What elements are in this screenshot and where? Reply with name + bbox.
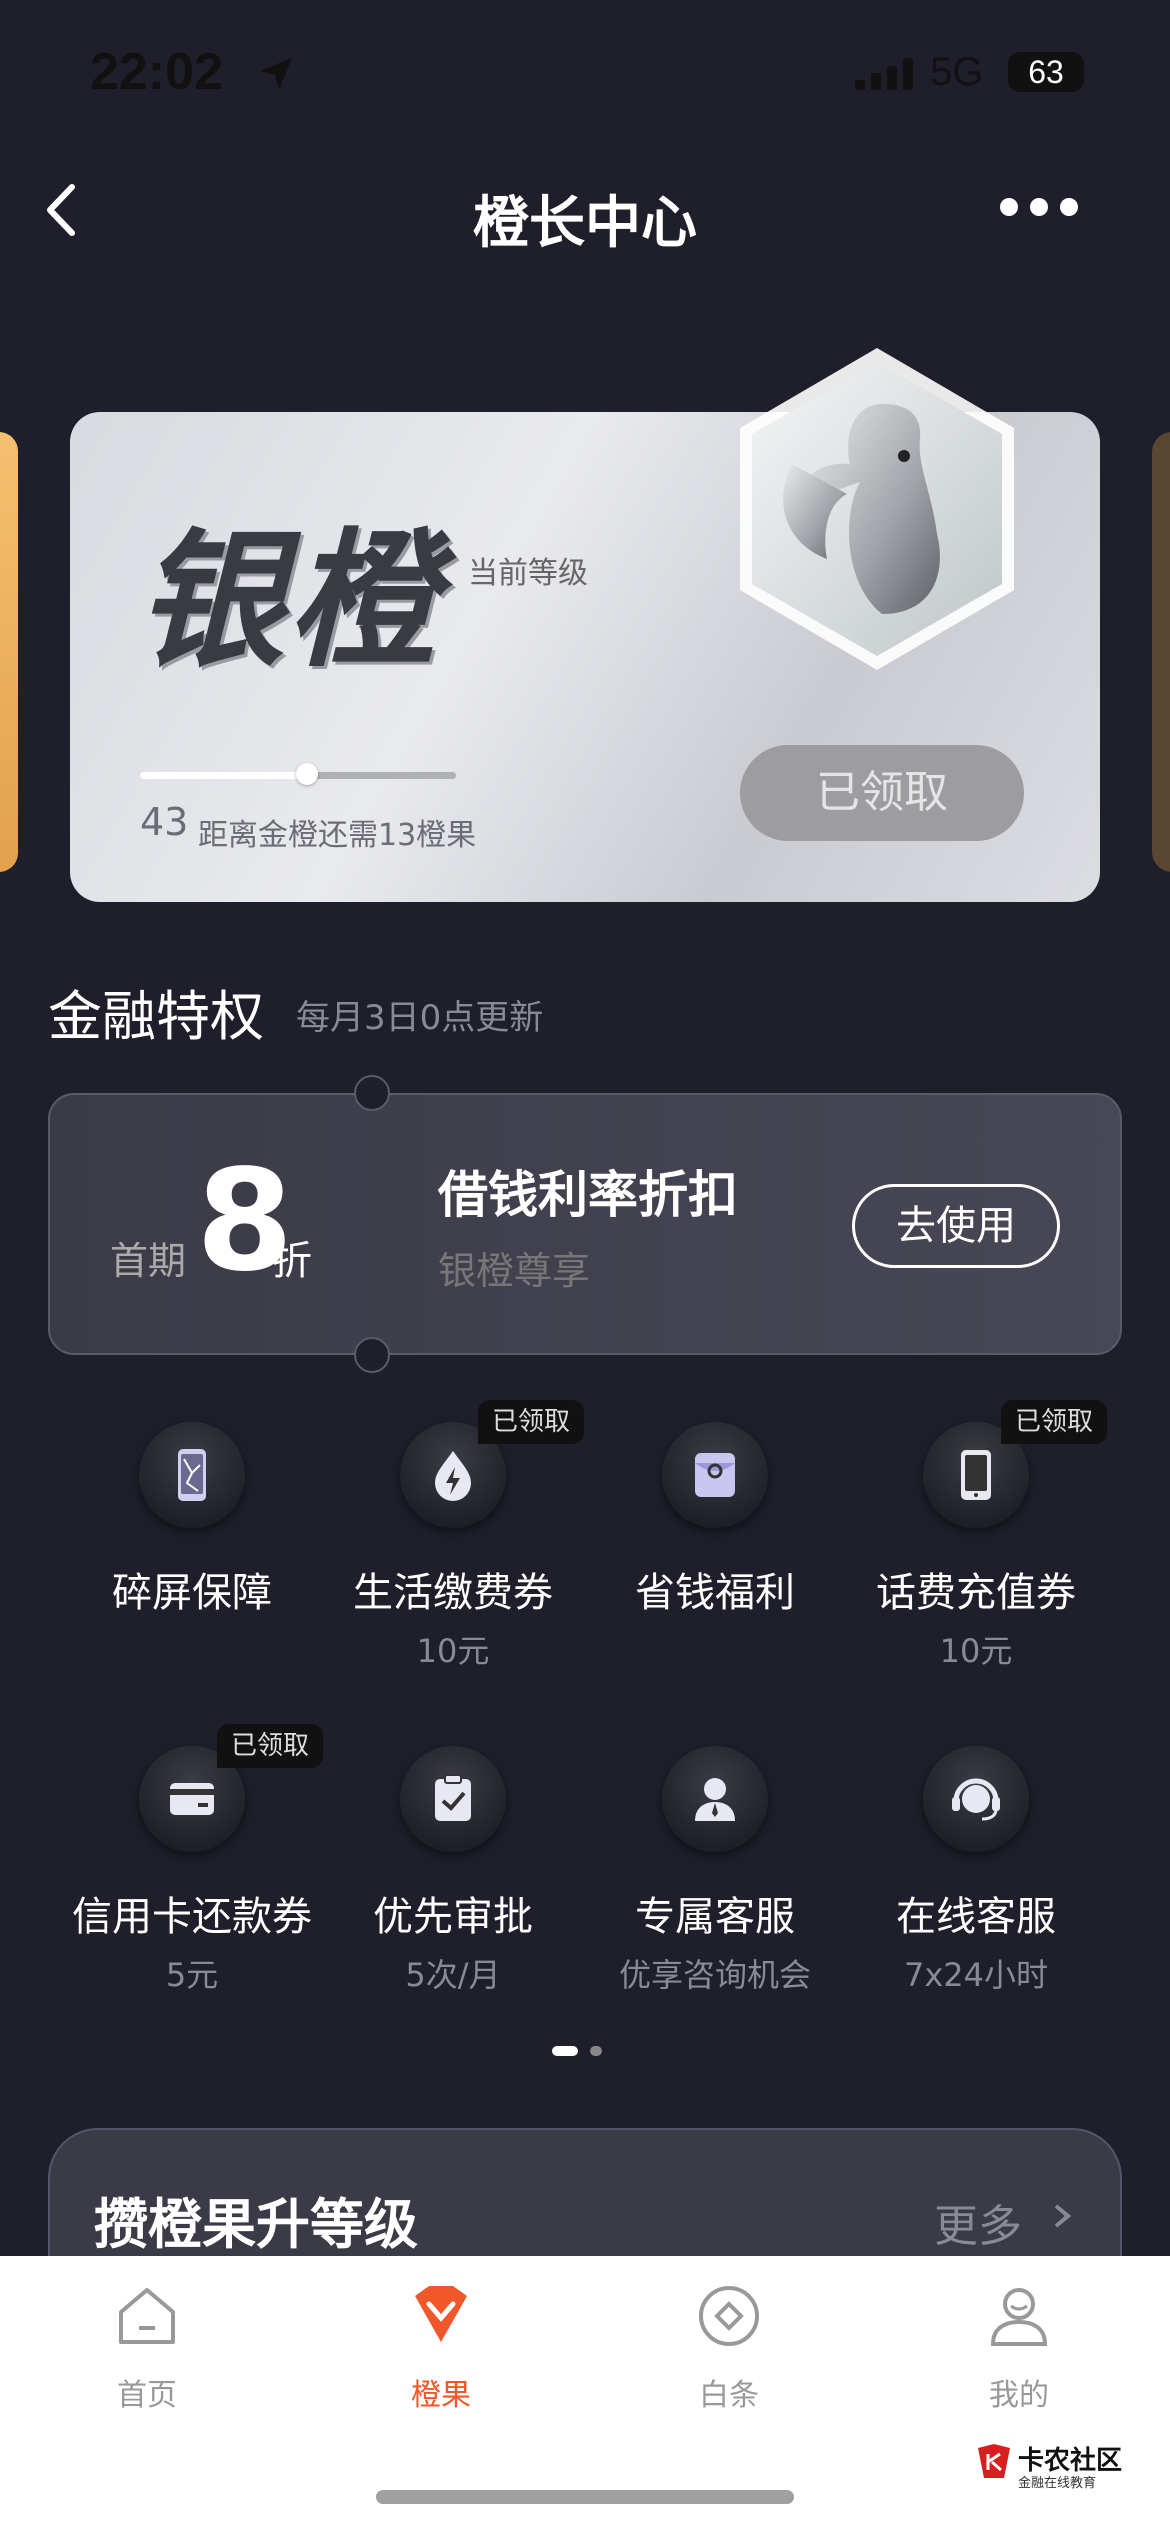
claimed-tag: 已领取 <box>478 1400 585 1444</box>
benefit-label: 生活缴费券 <box>353 1570 553 1616</box>
profile-icon <box>990 2288 1048 2346</box>
coupon-notch <box>354 1337 390 1373</box>
points-value: 43 <box>140 800 189 844</box>
benefit-sub: 5次/月 <box>405 1956 501 1994</box>
benefit-sub: 10元 <box>416 1632 490 1670</box>
upgrade-title: 攒橙果升等级 <box>94 2193 418 2256</box>
coupon-title: 借钱利率折扣 <box>438 1166 738 1224</box>
tab-baitiao[interactable]: 白条 <box>654 2282 804 2422</box>
status-time: 22:02 <box>90 43 223 101</box>
claimed-tag: 已领取 <box>1001 1400 1108 1444</box>
benefit-sub: 10元 <box>939 1632 1013 1670</box>
claimed-button[interactable]: 已领取 <box>740 745 1024 841</box>
headset-icon <box>923 1746 1029 1852</box>
claimed-tag: 已领取 <box>217 1724 324 1768</box>
coupon-prefix: 首期 <box>110 1239 187 1283</box>
home-icon <box>119 2288 175 2344</box>
cracked-phone-icon <box>139 1422 245 1528</box>
benefit-sub: 7x24小时 <box>903 1956 1049 1994</box>
penguin-badge-icon <box>732 344 1022 674</box>
benefit-label: 专属客服 <box>635 1894 795 1940</box>
points-note: 距离金橙还需13橙果 <box>198 818 477 853</box>
orange-diamond-icon <box>415 2286 467 2342</box>
benefit-item-credit-card-repay[interactable]: 已领取 信用卡还款券 5元 <box>62 1724 324 2046</box>
tab-label: 首页 <box>117 2378 177 2413</box>
level-caption: 当前等级 <box>468 556 588 591</box>
chevron-right-icon <box>1050 2196 1074 2246</box>
coupon-subtitle: 银橙尊享 <box>438 1249 591 1293</box>
clipboard-check-icon <box>400 1746 506 1852</box>
page-title: 橙长中心 <box>473 191 697 256</box>
watermark-subtitle: 金融在线教育 <box>1018 2476 1097 2491</box>
next-level-card[interactable] <box>1152 432 1170 872</box>
use-coupon-button[interactable]: 去使用 <box>852 1184 1060 1268</box>
tab-orange[interactable]: 橙果 <box>366 2282 516 2422</box>
more-dot-icon <box>1030 198 1048 216</box>
more-options-button[interactable] <box>1000 198 1090 228</box>
network-type: 5G <box>930 50 984 94</box>
tab-label: 我的 <box>989 2378 1049 2413</box>
level-progress-bar <box>140 763 456 785</box>
page-indicator-inactive <box>590 2046 602 2056</box>
level-name: 银橙 <box>136 515 440 687</box>
coupon-unit: 折 <box>272 1238 312 1284</box>
benefit-item-priority-approval[interactable]: 优先审批 5次/月 <box>323 1746 583 2046</box>
benefit-sub: 优享咨询机会 <box>618 1956 811 1994</box>
home-indicator <box>376 2490 794 2504</box>
battery-icon: 63 <box>1008 52 1084 92</box>
tab-home[interactable]: 首页 <box>72 2282 222 2422</box>
prev-level-card[interactable] <box>0 432 18 872</box>
benefit-label: 优先审批 <box>373 1894 533 1940</box>
tab-profile[interactable]: 我的 <box>944 2282 1094 2422</box>
coupon-notch <box>354 1075 390 1111</box>
benefit-label: 在线客服 <box>896 1894 1056 1940</box>
benefit-item-phone-topup[interactable]: 已领取 话费充值券 10元 <box>846 1400 1108 1722</box>
more-dot-icon <box>1000 198 1018 216</box>
benefit-label: 话费充值券 <box>876 1570 1076 1616</box>
baitiao-icon <box>699 2286 759 2346</box>
agent-icon <box>662 1746 768 1852</box>
benefit-item-online-service[interactable]: 在线客服 7x24小时 <box>846 1746 1106 2046</box>
benefit-label: 碎屏保障 <box>112 1570 272 1616</box>
signal-icon <box>855 58 915 94</box>
benefit-item-exclusive-service[interactable]: 专属客服 优享咨询机会 <box>585 1746 845 2046</box>
section-subtitle: 每月3日0点更新 <box>296 998 544 1038</box>
benefit-item-savings[interactable]: 省钱福利 <box>585 1422 845 1722</box>
page-indicator-active <box>552 2046 578 2056</box>
more-dot-icon <box>1060 198 1078 216</box>
benefit-sub: 5元 <box>165 1956 219 1994</box>
red-envelope-icon <box>662 1422 768 1528</box>
benefit-item-screen-protection[interactable]: 碎屏保障 <box>62 1422 322 1722</box>
level-progress-fill <box>140 772 308 779</box>
benefit-label: 信用卡还款券 <box>72 1894 312 1940</box>
section-title: 金融特权 <box>48 985 264 1048</box>
benefit-label: 省钱福利 <box>635 1570 795 1616</box>
watermark-logo-icon <box>974 2442 1014 2486</box>
more-link[interactable]: 更多 <box>934 2190 1022 2254</box>
benefit-item-utility-coupon[interactable]: 已领取 生活缴费券 10元 <box>323 1400 585 1722</box>
tab-label: 橙果 <box>411 2378 471 2413</box>
location-arrow-icon <box>258 56 294 96</box>
tab-label: 白条 <box>699 2378 759 2413</box>
